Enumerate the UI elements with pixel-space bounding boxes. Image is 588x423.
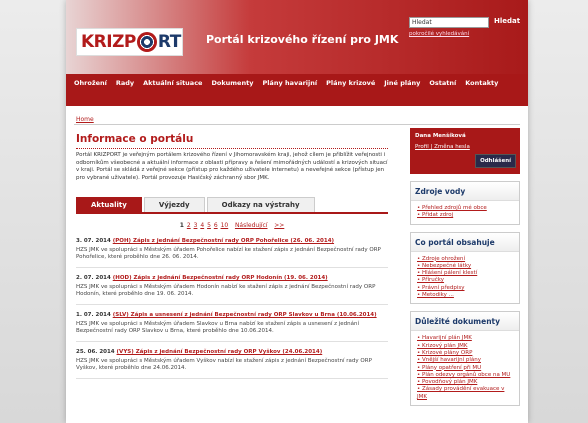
user-name: Dana Menšíková — [415, 133, 466, 139]
breadcrumb-home[interactable]: Home — [76, 116, 94, 123]
nav-item-6[interactable]: Jiné plány — [384, 79, 420, 106]
news-title-link[interactable]: (POH) Zápis z jednání Bezpečnostní rady … — [113, 238, 334, 244]
main-content: Informace o portálu Portál KRIZPORT je v… — [76, 128, 388, 385]
header: KRIZP RT Portál krizového řízení pro JMK… — [66, 0, 528, 74]
news-date: 25. 06. 2014 — [76, 348, 115, 355]
news-text: HZS JMK ve spolupráci s Městským úřadem … — [76, 247, 388, 268]
nav-item-8[interactable]: Kontakty — [465, 79, 498, 106]
tab-odkazy[interactable]: Odkazy na výstrahy — [206, 196, 315, 212]
box-link[interactable]: Plány opatření při MU — [417, 365, 515, 372]
pager-page-1[interactable]: 1 — [180, 222, 184, 229]
tab-vyjezdy[interactable]: Výjezdy — [143, 196, 205, 212]
news-text: HZS JMK ve spolupráci s Městským úřadem … — [76, 358, 388, 379]
change-password-link[interactable]: Změna hesla — [434, 144, 470, 150]
pager-page-6[interactable]: 6 — [214, 222, 218, 229]
box-link[interactable]: Zdroje ohrožení — [417, 256, 515, 263]
news-item: 1. 07. 2014 (SLV) Zápis a usnesení z jed… — [76, 311, 388, 342]
krizport-logo[interactable]: KRIZP RT — [76, 28, 183, 56]
logo-text-a: KRIZP — [81, 32, 136, 52]
box-title: Zdroje vody — [411, 182, 519, 201]
pager-page-4[interactable]: 4 — [200, 222, 204, 229]
portal-title: Portál krizového řízení pro JMK — [206, 33, 399, 46]
news-date: 2. 07. 2014 — [76, 274, 111, 281]
news-date: 1. 07. 2014 — [76, 311, 111, 318]
page: KRIZP RT Portál krizového řízení pro JMK… — [66, 0, 528, 423]
sidebar-box-documents: Důležité dokumenty Havarijní plán JMK Kr… — [410, 311, 520, 407]
box-link[interactable]: Přidat zdroj — [417, 212, 515, 219]
pager-last[interactable]: >> — [274, 222, 284, 229]
box-link[interactable]: Zásady provádění evakuace v JMK — [417, 386, 515, 401]
pager-page-2[interactable]: 2 — [187, 222, 191, 229]
advanced-search-link[interactable]: pokročilé vyhledávání — [409, 31, 469, 37]
news-date: 3. 07. 2014 — [76, 237, 111, 244]
profile-link[interactable]: Profil — [415, 144, 429, 150]
pager-page-3[interactable]: 3 — [194, 222, 198, 229]
search-button[interactable]: Hledat — [494, 17, 520, 25]
box-link[interactable]: Příručky — [417, 277, 515, 284]
pager-page-10[interactable]: 10 — [221, 222, 229, 229]
news-title-link[interactable]: (HOD) Zápis z jednání Bezpečnostní rady … — [113, 275, 328, 281]
news-item: 25. 06. 2014 (VYS) Zápis z jednání Bezpe… — [76, 348, 388, 379]
sidebar: Dana Menšíková Profil | Změna hesla Odhl… — [410, 128, 520, 407]
nav-item-3[interactable]: Dokumenty — [211, 79, 253, 106]
nav-item-5[interactable]: Plány krizové — [326, 79, 375, 106]
news-title-link[interactable]: (VYS) Zápis z jednání Bezpečnostní rady … — [117, 349, 323, 355]
tab-aktuality[interactable]: Aktuality — [76, 196, 142, 212]
login-box: Dana Menšíková Profil | Změna hesla Odhl… — [410, 128, 520, 174]
pager-next[interactable]: Následující — [235, 222, 268, 229]
box-link[interactable]: Metodiky ... — [417, 292, 515, 299]
pager-page-5[interactable]: 5 — [207, 222, 211, 229]
nav-item-2[interactable]: Aktuální situace — [143, 79, 202, 106]
logo-gear-icon — [136, 32, 157, 52]
news-item: 3. 07. 2014 (POH) Zápis z jednání Bezpeč… — [76, 237, 388, 268]
box-title: Důležité dokumenty — [411, 312, 519, 332]
box-link[interactable]: Havarijní plán JMK — [417, 335, 515, 342]
sidebar-box-contents: Co portál obsahuje Zdroje ohrožení Nebez… — [410, 231, 520, 305]
nav-item-7[interactable]: Ostatní — [429, 79, 456, 106]
news-list: 3. 07. 2014 (POH) Zápis z jednání Bezpeč… — [76, 237, 388, 379]
pager: 1 2 3 4 5 6 10 Následující >> — [76, 222, 388, 229]
main-nav: Ohrožení Rady Aktuální situace Dokumenty Plá… — [66, 74, 528, 106]
box-link[interactable]: Krizový plán JMK — [417, 343, 515, 350]
logo-text-b: RT — [157, 32, 181, 52]
box-title: Co portál obsahuje — [411, 232, 519, 252]
page-title: Informace o portálu — [76, 133, 388, 149]
user-links: Profil | Změna hesla — [415, 144, 515, 150]
sidebar-box-water: Zdroje vody Přehled zdrojů mé obce Přida… — [410, 181, 520, 225]
news-text: HZS JMK ve spolupráci s Městským úřadem … — [76, 321, 388, 342]
intro-text: Portál KRIZPORT je veřejným portálem kri… — [76, 152, 388, 182]
box-link[interactable]: Právní předpisy — [417, 285, 515, 292]
logout-button[interactable]: Odhlášení — [475, 154, 516, 168]
news-text: HZS JMK ve spolupráci s Městským úřadem … — [76, 284, 388, 305]
links-separator: | — [430, 144, 433, 150]
nav-item-1[interactable]: Rady — [116, 79, 134, 106]
news-tabs: Aktuality Výjezdy Odkazy na výstrahy — [76, 196, 388, 214]
search-input[interactable] — [409, 17, 489, 28]
news-title-link[interactable]: (SLV) Zápis a usnesení z jednání Bezpečn… — [113, 312, 377, 318]
box-link[interactable]: Vnější havarijní plány — [417, 357, 515, 364]
nav-item-0[interactable]: Ohrožení — [74, 79, 107, 106]
breadcrumb-divider — [74, 124, 520, 125]
nav-item-4[interactable]: Plány havarijní — [262, 79, 317, 106]
news-item: 2. 07. 2014 (HOD) Zápis z jednání Bezpeč… — [76, 274, 388, 305]
